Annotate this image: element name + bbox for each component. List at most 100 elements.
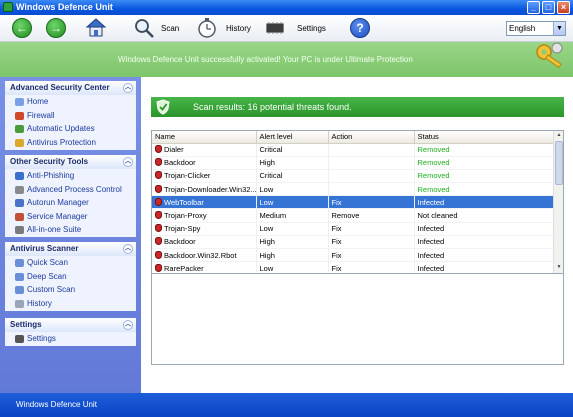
statusbar: Windows Defence Unit	[0, 393, 573, 417]
table-row[interactable]: Trojan-Spy Low Fix Infected	[152, 222, 555, 236]
sidebar-item-anti-phishing[interactable]: Anti-Phishing	[5, 169, 136, 183]
window-titlebar: Windows Defence Unit _ □ ×	[0, 0, 573, 15]
sidebar-item-all-in-one-suite[interactable]: All-in-one Suite	[5, 223, 136, 237]
sidebar-item-quick-scan[interactable]: Quick Scan	[5, 256, 136, 270]
magnifier-icon[interactable]	[133, 17, 155, 39]
collapse-icon[interactable]: ︿	[123, 157, 133, 167]
status-text: Infected	[417, 263, 445, 273]
scroll-down-icon[interactable]: ▼	[555, 264, 563, 272]
action-cell[interactable]	[328, 169, 415, 184]
stopwatch-icon[interactable]	[196, 17, 218, 39]
statusbar-text: Windows Defence Unit	[16, 400, 97, 409]
sidebar-item-service-manager[interactable]: Service Manager	[5, 210, 136, 224]
sidebar-item-firewall[interactable]: Firewall	[5, 109, 136, 123]
sidebar-item-custom-scan[interactable]: Custom Scan	[5, 283, 136, 297]
action-cell[interactable]	[328, 156, 415, 170]
sidebar-item-autorun-manager[interactable]: Autorun Manager	[5, 196, 136, 210]
threat-shield-icon	[155, 171, 162, 180]
action-text: Fix	[331, 197, 342, 207]
sidebar-item-settings[interactable]: Settings	[5, 332, 136, 346]
status-text: Removed	[417, 158, 450, 168]
panel-header: Advanced Security Center ︿	[5, 81, 136, 95]
action-text: Fix	[331, 263, 342, 273]
collapse-icon[interactable]: ︿	[123, 244, 133, 254]
action-cell[interactable]: Fix	[328, 222, 415, 236]
alert-level-text: Medium	[259, 211, 287, 221]
panel-header: Other Security Tools ︿	[5, 155, 136, 169]
chevron-down-icon[interactable]: ▼	[553, 22, 565, 35]
scrollbar-thumb[interactable]	[555, 141, 563, 185]
help-button[interactable]: ?	[350, 18, 370, 38]
history-icon	[15, 299, 24, 308]
sidebar-item-advanced-process-control[interactable]: Advanced Process Control	[5, 183, 136, 197]
status-cell: Not cleaned	[414, 208, 555, 223]
action-cell[interactable]: Fix	[328, 248, 415, 263]
action-cell[interactable]	[328, 143, 415, 157]
column-header-name[interactable]: Name	[152, 131, 257, 144]
chip-icon[interactable]	[264, 17, 286, 39]
action-text: Fix	[331, 250, 342, 260]
home-icon[interactable]	[85, 17, 107, 39]
threat-name-text: RarePacker	[164, 263, 204, 273]
action-cell[interactable]	[328, 182, 415, 197]
action-cell[interactable]: Fix	[328, 235, 415, 250]
action-cell[interactable]: Remove	[328, 208, 415, 223]
process-icon	[15, 185, 24, 194]
table-row[interactable]: RarePacker Low Fix Infected	[152, 261, 555, 273]
status-text: Not cleaned	[417, 211, 458, 221]
history-button[interactable]: History	[226, 24, 251, 33]
scan-results-text: Scan results: 16 potential threats found…	[193, 102, 352, 112]
sidebar-item-automatic-updates[interactable]: Automatic Updates	[5, 122, 136, 136]
table-row[interactable]: WebToolbar Low Fix Infected	[152, 195, 555, 210]
status-text: Infected	[417, 250, 445, 260]
threat-name-cell: Backdoor	[152, 235, 257, 250]
alert-level-cell: Critical	[256, 143, 329, 157]
forward-arrow-icon[interactable]: →	[46, 18, 66, 38]
column-header-action[interactable]: Action	[328, 131, 415, 144]
language-select[interactable]: English ▼	[506, 21, 566, 36]
sidebar-item-label: Home	[27, 97, 49, 106]
threat-shield-icon	[155, 250, 162, 259]
panel-header: Antivirus Scanner ︿	[5, 242, 136, 256]
table-row[interactable]: Trojan-Clicker Critical Removed	[152, 169, 555, 184]
firewall-icon	[15, 111, 24, 120]
settings-button[interactable]: Settings	[297, 24, 326, 33]
sidebar-item-label: Deep Scan	[27, 271, 67, 281]
column-header-status[interactable]: Status	[414, 131, 555, 144]
status-text: Infected	[417, 197, 445, 207]
table-row[interactable]: Trojan-Downloader.Win32... Low Removed	[152, 182, 555, 197]
status-text: Removed	[417, 184, 450, 194]
alert-level-text: High	[259, 158, 275, 168]
alert-level-cell: Critical	[256, 169, 329, 184]
sidebar-item-home[interactable]: Home	[5, 95, 136, 109]
collapse-icon[interactable]: ︿	[123, 83, 133, 93]
alert-level-cell: Low	[256, 195, 329, 210]
status-text: Infected	[417, 224, 445, 234]
action-cell[interactable]: Fix	[328, 261, 415, 273]
table-row[interactable]: Backdoor.Win32.Rbot High Fix Infected	[152, 248, 555, 263]
alert-level-text: High	[259, 250, 275, 260]
alert-level-text: Low	[259, 197, 274, 207]
table-row[interactable]: Trojan-Proxy Medium Remove Not cleaned	[152, 208, 555, 223]
minimize-button[interactable]: _	[527, 1, 540, 14]
table-row[interactable]: Backdoor High Removed	[152, 156, 555, 170]
threat-name-text: WebToolbar	[164, 197, 204, 207]
threat-shield-icon	[155, 158, 162, 167]
table-row[interactable]: Backdoor High Fix Infected	[152, 235, 555, 250]
scan-button[interactable]: Scan	[161, 24, 179, 33]
alert-level-cell: Medium	[256, 208, 329, 223]
sidebar-item-history[interactable]: History	[5, 297, 136, 311]
maximize-button[interactable]: □	[542, 1, 555, 14]
table-row[interactable]: Dialer Critical Removed	[152, 143, 555, 157]
sidebar-item-antivirus-protection[interactable]: Antivirus Protection	[5, 136, 136, 150]
close-button[interactable]: ×	[557, 1, 570, 14]
scroll-up-icon[interactable]: ▲	[555, 132, 563, 140]
collapse-icon[interactable]: ︿	[123, 320, 133, 330]
status-cell: Removed	[414, 143, 555, 157]
action-cell[interactable]: Fix	[328, 195, 415, 210]
sidebar-item-deep-scan[interactable]: Deep Scan	[5, 270, 136, 284]
threat-name-cell: Backdoor.Win32.Rbot	[152, 248, 257, 263]
vertical-scrollbar[interactable]: ▲ ▼	[553, 131, 563, 273]
back-arrow-icon[interactable]: ←	[12, 18, 32, 38]
column-header-alert-level[interactable]: Alert level	[256, 131, 329, 144]
